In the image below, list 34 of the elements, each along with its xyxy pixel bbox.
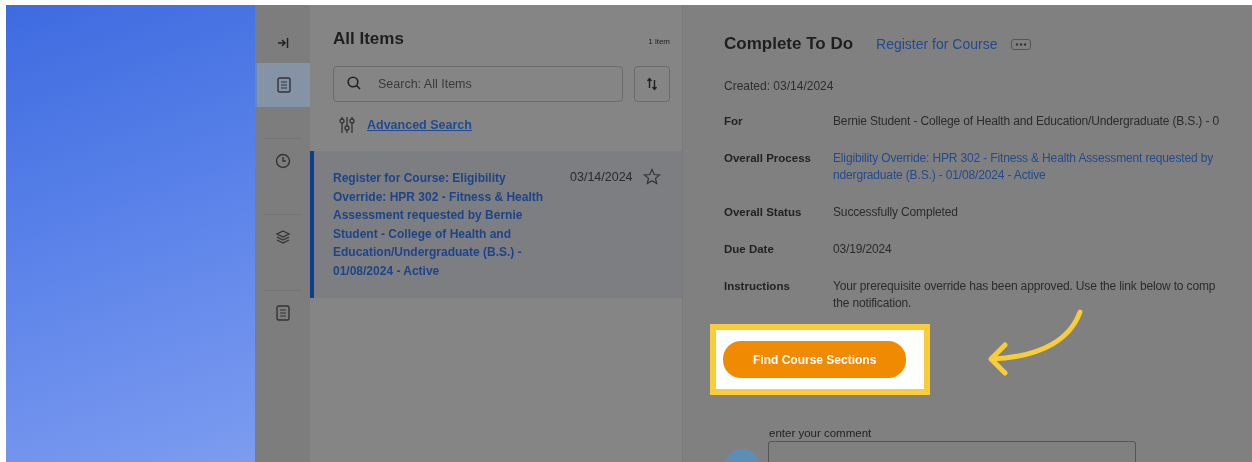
field-value: Successfully Completed bbox=[833, 204, 958, 221]
page-title: Complete To Do bbox=[724, 34, 854, 54]
field-label: Due Date bbox=[724, 242, 775, 257]
field-value: 03/19/2024 bbox=[833, 241, 892, 258]
field-label: Overall Process bbox=[724, 151, 812, 166]
comment-label: enter your comment bbox=[769, 427, 873, 439]
field-label: Overall Status bbox=[724, 205, 803, 220]
rail-tab[interactable] bbox=[255, 63, 310, 107]
more-icon bbox=[1015, 42, 1028, 46]
sort-icon bbox=[646, 77, 658, 91]
task-link[interactable]: Register for Course bbox=[876, 36, 998, 52]
field-value: Your prerequisite override has been approved. Use the link below to comp the notification. bbox=[833, 278, 1216, 312]
collapse-icon[interactable] bbox=[276, 37, 289, 49]
item-title: Register for Course: Eligibility Override: HPR 302 - Fitness & Health Assessment requested by Bernie Student - College of Health and Education/Undergraduate (B.S.) - 01/08/2024 - Active bbox=[333, 170, 545, 280]
clipboard-icon[interactable] bbox=[276, 77, 291, 93]
advanced-search-link[interactable]: Advanced Search bbox=[367, 118, 472, 132]
clipboard-icon[interactable] bbox=[275, 305, 290, 321]
item-date: 03/14/2024 bbox=[570, 170, 633, 186]
list-title: All Items bbox=[333, 29, 404, 49]
list-item[interactable]: Register for Course: Eligibility Override: HPR 302 - Fitness & Health Assessment requested by Bernie Student - College of Health and Education/Undergraduate (B.S.) - 01/08/2024 - Active 03/14/2024 bbox=[310, 151, 682, 298]
field-label: For bbox=[724, 114, 744, 129]
process-link[interactable]: Eligibility Override: HPR 302 - Fitness & Health Assessment requested by ndergraduate (B.S.) - 01/08/2024 - Active bbox=[833, 150, 1214, 184]
field-value: Bernie Student - College of Health and Education/Undergraduate (B.S.) - 0 bbox=[833, 113, 1219, 130]
clock-icon[interactable] bbox=[274, 153, 291, 169]
item-count: 1 item bbox=[648, 37, 670, 46]
search-field[interactable]: Search: All Items bbox=[333, 66, 623, 102]
filter-sliders-icon bbox=[339, 116, 355, 134]
layers-icon[interactable] bbox=[274, 229, 291, 245]
find-course-sections-button[interactable]: Find Course Sections bbox=[723, 341, 907, 378]
star-icon[interactable] bbox=[642, 168, 661, 186]
sort-button[interactable] bbox=[634, 66, 670, 102]
created-date: Created: 03/14/2024 bbox=[724, 79, 835, 93]
more-button[interactable] bbox=[1011, 38, 1032, 50]
field-label: Instructions bbox=[724, 279, 791, 294]
